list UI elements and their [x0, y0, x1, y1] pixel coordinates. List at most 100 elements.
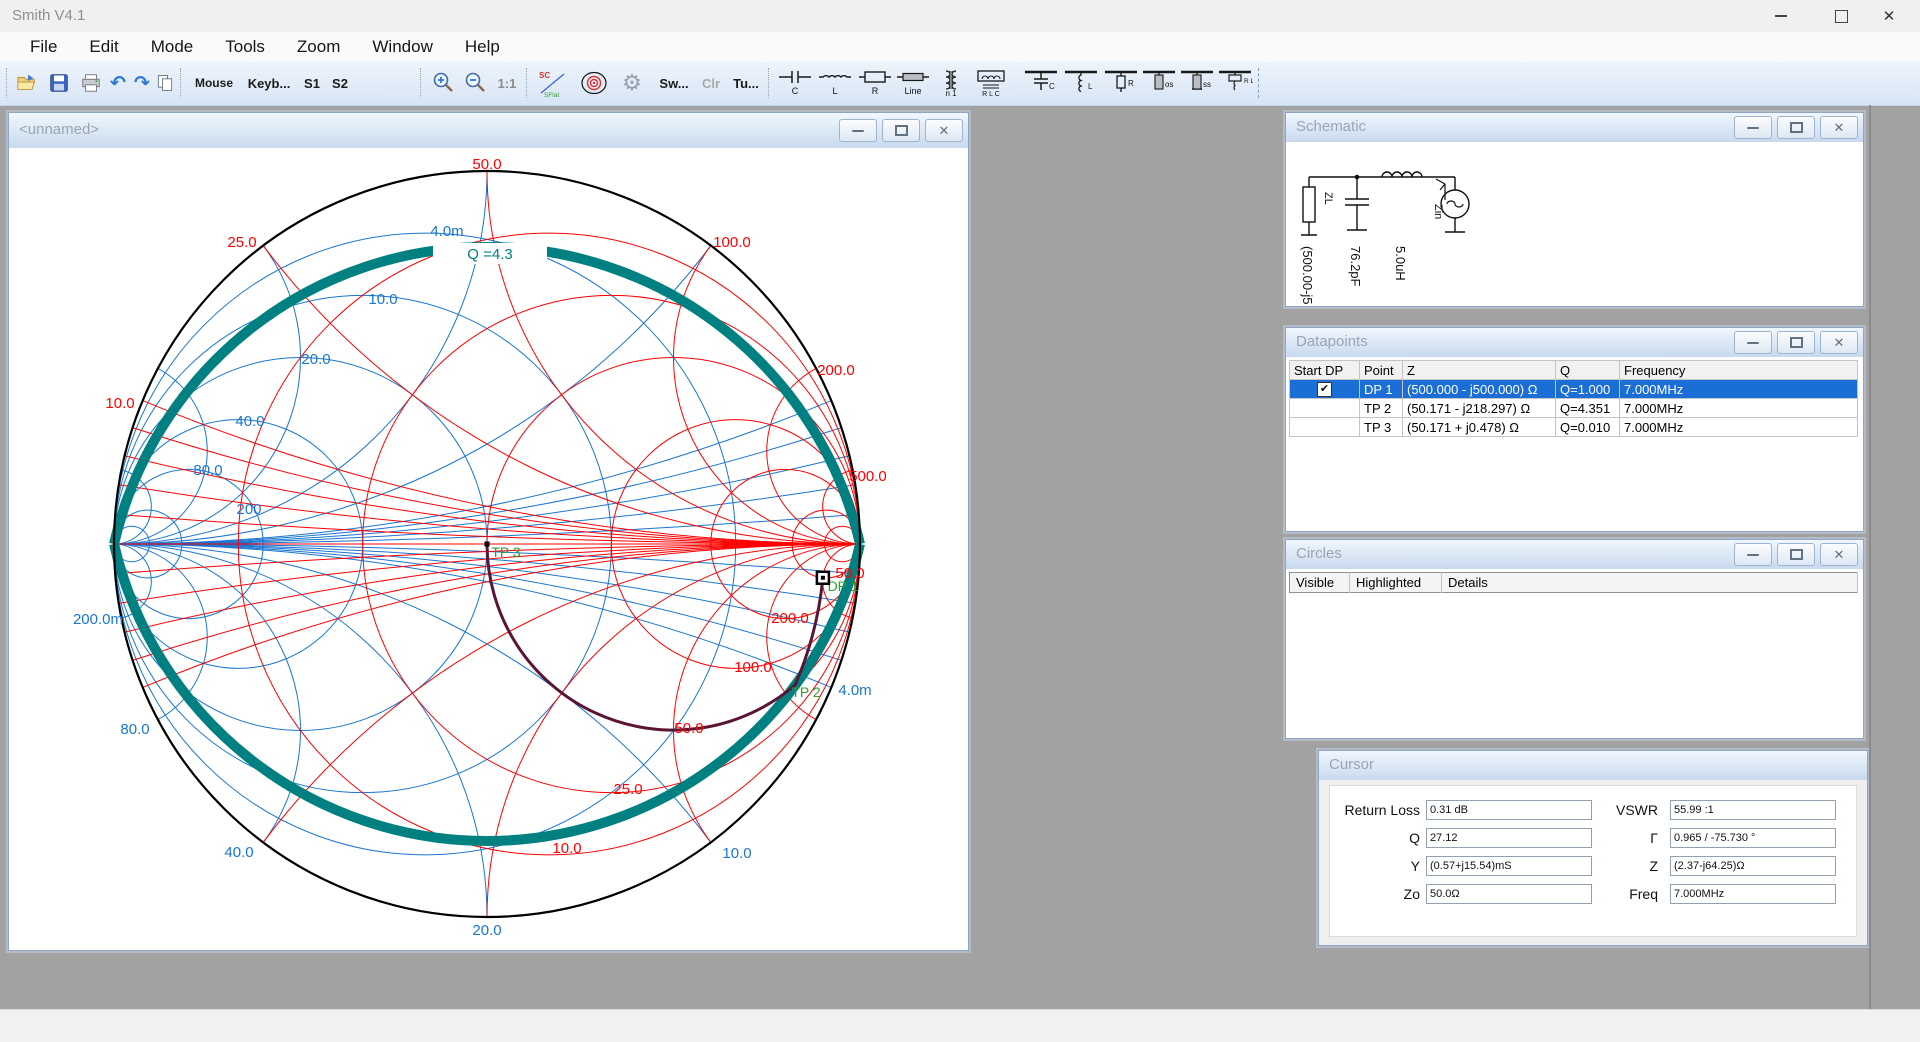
z-field[interactable] [1670, 856, 1836, 876]
cursor-titlebar[interactable]: Cursor [1319, 751, 1867, 780]
maximize-icon[interactable] [1777, 331, 1815, 354]
minimize-icon[interactable] [1734, 331, 1772, 354]
transmission-line-icon: Line [895, 69, 931, 97]
menu-mode[interactable]: Mode [135, 32, 210, 62]
mouse-mode-button[interactable]: Mouse [190, 62, 238, 104]
close-icon[interactable]: ✕ [1820, 116, 1858, 139]
menu-zoom[interactable]: Zoom [281, 32, 356, 62]
app-title: Smith V4.1 [12, 7, 85, 24]
s1-button[interactable]: S1 [300, 62, 324, 104]
minimize-icon[interactable] [1734, 543, 1772, 566]
start-dp-checkbox[interactable]: ✔ [1317, 382, 1332, 397]
toolbar-transformer[interactable]: n 1 [932, 62, 970, 104]
maximize-icon[interactable] [1777, 543, 1815, 566]
schematic-diagram[interactable]: ZL Zin (500.00-j5 76.2pF 5.0uH [1287, 142, 1860, 304]
capacitor-value: 76.2pF [1348, 246, 1363, 287]
close-icon[interactable]: ✕ [1866, 0, 1912, 32]
minimize-icon[interactable] [1734, 116, 1772, 139]
gamma-field[interactable] [1670, 828, 1836, 848]
svg-text:os: os [1165, 80, 1173, 89]
svg-text:20.0: 20.0 [472, 922, 501, 939]
zoom-out-button[interactable] [462, 62, 490, 104]
cursor-fields-area: Return Loss VSWR Q Γ Y Z Zo Freq [1329, 785, 1857, 937]
menu-help[interactable]: Help [449, 32, 516, 62]
toolbar-short-stub[interactable]: ss [1178, 62, 1216, 104]
open-file-button[interactable] [14, 62, 40, 104]
svg-text:500.0: 500.0 [849, 468, 887, 485]
zoom-in-button[interactable] [430, 62, 458, 104]
menu-tools[interactable]: Tools [209, 32, 281, 62]
toolbar-series-capacitor[interactable]: C [776, 62, 814, 104]
toolbar-series-inductor[interactable]: L [816, 62, 854, 104]
zoom-ratio-button[interactable]: 1:1 [492, 62, 522, 104]
copy-button[interactable] [152, 62, 178, 104]
column-header: Frequency [1620, 361, 1858, 380]
circles-titlebar[interactable]: Circles ✕ [1286, 540, 1863, 569]
load-label: ZL [1322, 192, 1334, 205]
toolbar-series-line[interactable]: Line [894, 62, 932, 104]
table-row[interactable]: ✔ DP 1 (500.000 - j500.000) Ω Q=1.000 7.… [1290, 380, 1858, 399]
toolbar-shunt-rlc[interactable]: R L [1216, 62, 1254, 104]
settings-button[interactable]: ⚙ [616, 62, 648, 104]
smith-chart[interactable]: Q =4.350.025.0100.010.0200.0500.050.0200… [10, 148, 966, 949]
svg-text:Q =4.3: Q =4.3 [467, 246, 512, 263]
undo-button[interactable]: ↶ [106, 62, 130, 104]
minimize-icon[interactable] [839, 119, 877, 142]
save-button[interactable] [46, 62, 72, 104]
toolbar-shunt-inductor[interactable]: L [1062, 62, 1100, 104]
sweep-button[interactable]: Sw... [655, 62, 693, 104]
app-titlebar[interactable]: Smith V4.1 ✕ [0, 0, 1920, 32]
datapoints-table: Start DP Point Z Q Frequency ✔ DP 1 (500… [1289, 360, 1858, 437]
chart-style-button[interactable]: SC SFlat [536, 62, 568, 104]
svg-text:SC: SC [539, 71, 550, 80]
toolbar-open-stub[interactable]: os [1140, 62, 1178, 104]
toolbar-series-resistor[interactable]: R [856, 62, 894, 104]
zoom-out-icon [464, 71, 488, 95]
menu-window[interactable]: Window [356, 32, 448, 62]
close-icon[interactable]: ✕ [925, 119, 963, 142]
toolbar-shunt-resistor[interactable]: R [1102, 62, 1140, 104]
maximize-icon[interactable] [1818, 0, 1864, 32]
freq-label: Freq [1560, 886, 1658, 902]
print-button[interactable] [78, 62, 104, 104]
freq-field[interactable] [1670, 884, 1836, 904]
chart-window-titlebar[interactable]: <unnamed> ✕ [9, 113, 968, 148]
svg-text:R L C: R L C [982, 91, 1000, 97]
series-capacitor-icon: C [777, 69, 813, 97]
close-icon[interactable]: ✕ [1820, 543, 1858, 566]
s2-button[interactable]: S2 [328, 62, 352, 104]
svg-text:Line: Line [904, 86, 921, 96]
svg-text:TP 2: TP 2 [791, 684, 821, 700]
frequency-cell: 7.000MHz [1620, 399, 1858, 418]
toolbar-shunt-capacitor[interactable]: C [1022, 62, 1060, 104]
close-icon[interactable]: ✕ [1820, 331, 1858, 354]
keyboard-mode-button[interactable]: Keyb... [243, 62, 295, 104]
table-row[interactable]: TP 3 (50.171 + j0.478) Ω Q=0.010 7.000MH… [1290, 418, 1858, 437]
printer-icon [80, 72, 102, 94]
menu-edit[interactable]: Edit [73, 32, 134, 62]
zin-label: Zin [1432, 204, 1444, 219]
table-row[interactable]: TP 2 (50.171 - j218.297) Ω Q=4.351 7.000… [1290, 399, 1858, 418]
svg-text:200: 200 [236, 501, 261, 518]
clear-button[interactable]: Clr [697, 62, 725, 104]
circles-tool-button[interactable] [578, 62, 610, 104]
column-header: Z [1403, 361, 1556, 380]
z-cell: (500.000 - j500.000) Ω [1403, 380, 1556, 399]
schematic-titlebar[interactable]: Schematic ✕ [1286, 113, 1863, 142]
menu-file[interactable]: File [14, 32, 73, 62]
maximize-icon[interactable] [882, 119, 920, 142]
svg-text:10.0: 10.0 [552, 840, 581, 857]
z-cell: (50.171 - j218.297) Ω [1403, 399, 1556, 418]
redo-button[interactable]: ↷ [130, 62, 154, 104]
datapoints-titlebar[interactable]: Datapoints ✕ [1286, 328, 1863, 357]
datapoints-title: Datapoints [1296, 333, 1368, 350]
sc-sflat-icon: SC SFlat [538, 68, 566, 98]
column-header: Highlighted [1350, 573, 1442, 593]
vswr-field[interactable] [1670, 800, 1836, 820]
tune-button[interactable]: Tu... [728, 62, 764, 104]
toolbar-rlc-network[interactable]: R L C [972, 62, 1010, 104]
maximize-icon[interactable] [1777, 116, 1815, 139]
svg-text:80.0: 80.0 [120, 721, 149, 738]
minimize-icon[interactable] [1758, 0, 1804, 32]
q-cell: Q=0.010 [1556, 418, 1620, 437]
